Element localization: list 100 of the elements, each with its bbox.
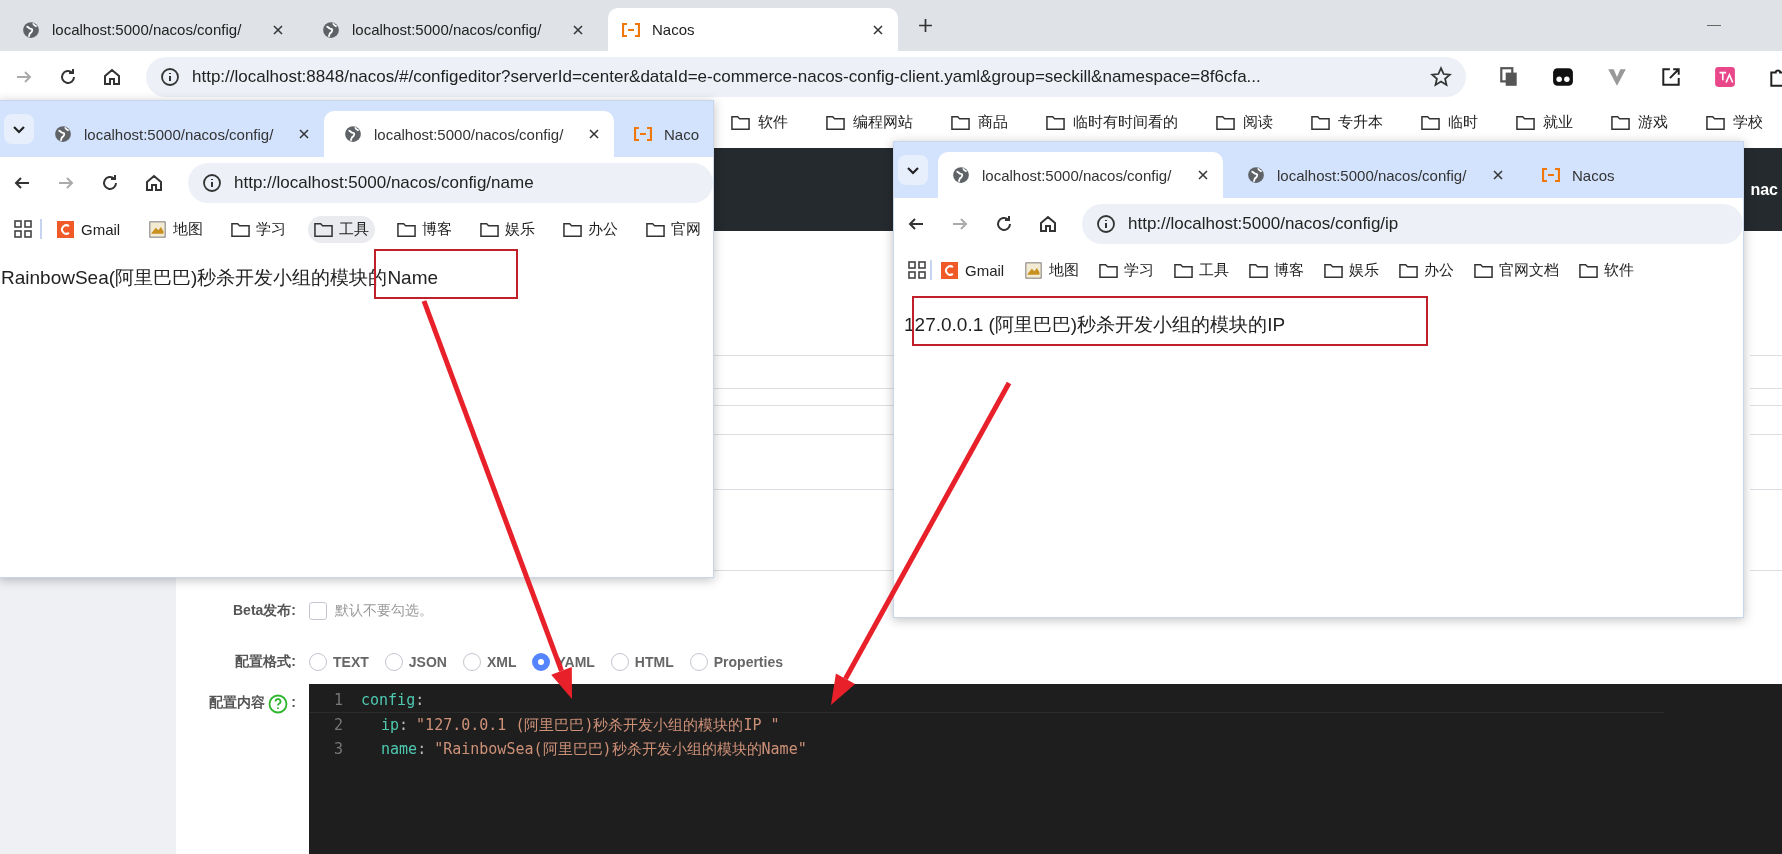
line-number: 1 (332, 691, 344, 709)
bookmark[interactable]: 临时有时间看的 (1040, 108, 1184, 136)
bookmark[interactable]: 娱乐 (474, 215, 542, 243)
browser-tab[interactable]: Nacos (1528, 152, 1743, 198)
address-bar[interactable]: http://localhost:5000/nacos/config/name (188, 163, 713, 203)
glasses-icon[interactable] (1552, 65, 1574, 88)
close-icon[interactable] (572, 23, 584, 36)
code-colon: : (417, 739, 427, 758)
reload-icon[interactable] (994, 214, 1014, 234)
close-icon[interactable] (272, 23, 284, 36)
browser-tab[interactable]: localhost:5000/nacos/config/ (938, 152, 1223, 198)
bookmark[interactable]: 博客 (1245, 256, 1309, 284)
radio-option[interactable]: HTML (610, 653, 674, 671)
bookmark[interactable]: 编程网站 (820, 108, 919, 136)
folder-icon (480, 220, 500, 238)
code-editor[interactable]: 1 config: 2 ip: "127.0.0.1 (阿里巴巴)秒杀开发小组的模块的IP " 3 name: "RainbowSea(阿里巴巴)秒杀开发小组的模块的Name" (309, 684, 1782, 854)
bookmark[interactable]: 就业 (1510, 108, 1579, 136)
external-link-icon[interactable] (1660, 65, 1682, 88)
browser-tab[interactable]: Naco (614, 111, 713, 157)
close-icon[interactable] (1492, 169, 1504, 181)
browser-tab[interactable]: Nacos (608, 8, 898, 51)
home-icon[interactable] (1038, 214, 1058, 234)
plus-icon[interactable] (918, 18, 933, 33)
bookmark[interactable]: 地图 (1020, 256, 1084, 284)
bookmark[interactable]: 学习 (225, 215, 293, 243)
bookmark[interactable]: 博客 (391, 215, 459, 243)
info-icon (202, 173, 222, 193)
header-text: nac (1750, 180, 1778, 199)
browser-tab[interactable]: localhost:5000/nacos/config/ (324, 111, 614, 157)
bookmark[interactable]: Gmail (50, 216, 127, 242)
bookmark[interactable]: 学习 (1095, 256, 1159, 284)
address-bar[interactable]: http://localhost:8848/nacos/#/configeditor?serverId=center&dataId=e-commerce-nacos-config-client.yaml&group=seckill&namespace=8f6cfa... (146, 56, 1466, 97)
radio-option[interactable]: Properties (689, 653, 783, 671)
info-icon (1096, 214, 1116, 234)
bookmark[interactable]: 游戏 (1605, 108, 1674, 136)
folder-icon (231, 220, 251, 238)
nacos-logo-icon (634, 125, 652, 143)
bookmark[interactable]: 办公 (1395, 256, 1459, 284)
help-icon[interactable] (268, 694, 289, 714)
bookmark[interactable]: 工具 (1170, 256, 1234, 284)
bookmark[interactable]: 软件 (725, 108, 794, 136)
close-icon[interactable] (298, 128, 310, 140)
reload-icon[interactable] (100, 173, 120, 193)
reload-icon[interactable] (58, 66, 78, 87)
copy-icon[interactable] (1498, 65, 1520, 88)
folder-icon (397, 220, 417, 238)
folder-icon (1174, 261, 1194, 279)
dropdown-icon[interactable] (4, 114, 34, 144)
close-icon[interactable] (872, 23, 884, 36)
apps-grid-icon[interactable] (14, 220, 32, 238)
radio-option[interactable]: TEXT (309, 653, 369, 671)
gmail-icon (940, 261, 959, 279)
star-icon[interactable] (1430, 65, 1452, 88)
bookmark[interactable]: 商品 (945, 108, 1014, 136)
bookmark[interactable]: 官网 (640, 215, 708, 243)
browser-tab[interactable]: localhost:5000/nacos/config/ (1233, 152, 1518, 198)
code-key: config (361, 691, 416, 709)
address-bar[interactable]: http://localhost:5000/nacos/config/ip (1082, 204, 1743, 244)
home-icon[interactable] (102, 66, 122, 87)
label-colon: : (291, 694, 296, 710)
nacos-logo-icon (1542, 166, 1560, 184)
apps-grid-icon[interactable] (908, 261, 926, 279)
bookmark[interactable]: 专升本 (1305, 108, 1389, 136)
folder-icon (563, 220, 583, 238)
home-icon[interactable] (144, 173, 164, 193)
radio-option[interactable]: JSON (384, 653, 447, 671)
bookmark[interactable]: 娱乐 (1320, 256, 1384, 284)
bookmark[interactable]: 地图 (142, 215, 210, 243)
line-number: 2 (332, 716, 344, 734)
minimize-icon[interactable] (1706, 24, 1722, 27)
dropdown-icon[interactable] (898, 155, 928, 185)
globe-icon (22, 20, 40, 39)
bookmark[interactable]: 工具 (308, 215, 376, 243)
checkbox[interactable] (309, 602, 327, 620)
bookmark[interactable]: 办公 (557, 215, 625, 243)
globe-icon (322, 20, 340, 39)
code-key: ip (381, 715, 400, 734)
bookmark[interactable]: 学校 (1700, 108, 1769, 136)
close-icon[interactable] (588, 128, 600, 140)
browser-tab[interactable]: localhost:5000/nacos/config/ (34, 111, 324, 157)
globe-icon (54, 125, 72, 143)
bookmark[interactable]: 阅读 (1210, 108, 1279, 136)
folder-icon (951, 113, 970, 131)
browser-tab[interactable]: localhost:5000/nacos/config/ (308, 8, 598, 51)
gmail-icon (56, 220, 75, 238)
folder-icon (1249, 261, 1269, 279)
bookmark[interactable]: 官网文档 (1470, 256, 1564, 284)
map-icon (1024, 261, 1044, 279)
folder-icon (1311, 113, 1330, 131)
input-field[interactable] (1750, 405, 1782, 435)
translate-icon[interactable] (1714, 65, 1736, 88)
folder-icon (1324, 261, 1344, 279)
close-icon[interactable] (1197, 169, 1209, 181)
bookmark[interactable]: 软件 (1575, 256, 1639, 284)
browser-tab[interactable]: localhost:5000/nacos/config/ (8, 8, 298, 51)
map-icon (148, 220, 168, 238)
radio-option[interactable]: XML (462, 653, 517, 671)
bookmark[interactable]: 临时 (1415, 108, 1484, 136)
bookmark[interactable]: Gmail (936, 257, 1009, 283)
input-field[interactable] (1750, 355, 1782, 389)
